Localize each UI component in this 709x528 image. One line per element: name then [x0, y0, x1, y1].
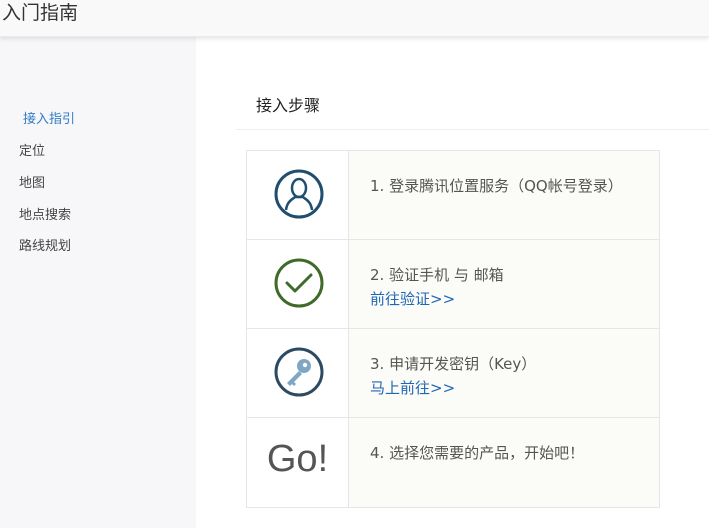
page-title: 入门指南: [2, 2, 79, 24]
step-text: 2. 验证手机 与 邮箱: [370, 266, 504, 284]
step-text: 4. 选择您需要的产品，开始吧！: [370, 444, 585, 462]
step-icon-cell: [247, 240, 349, 328]
sidebar-item-map[interactable]: 地图: [19, 172, 45, 191]
steps-table: 1. 登录腾讯位置服务（QQ帐号登录） 2. 验证手机 与 邮箱 前往验证>>: [246, 150, 660, 508]
step-text-cell: 2. 验证手机 与 邮箱 前往验证>>: [349, 240, 659, 328]
divider: [236, 129, 709, 130]
step-text: 1. 登录腾讯位置服务（QQ帐号登录）: [370, 177, 623, 195]
step-text: 3. 申请开发密钥（Key）: [370, 355, 537, 373]
step-row: 2. 验证手机 与 邮箱 前往验证>>: [247, 240, 659, 329]
apply-key-link[interactable]: 马上前往>>: [370, 377, 455, 398]
main-content: 接入步骤 1. 登录腾讯位置服务（QQ帐号登录） 2. 验证手机 与 邮箱 前往…: [196, 37, 709, 528]
top-header: 入门指南: [0, 0, 709, 37]
go-icon: Go!: [266, 438, 329, 480]
sidebar-item-access-guide[interactable]: 接入指引: [23, 108, 75, 127]
step-text-cell: 4. 选择您需要的产品，开始吧！: [349, 418, 659, 507]
step-row: Go! 4. 选择您需要的产品，开始吧！: [247, 418, 659, 508]
checkmark-icon: [274, 258, 324, 308]
sidebar-item-route-planning[interactable]: 路线规划: [19, 235, 71, 254]
verify-link[interactable]: 前往验证>>: [370, 288, 455, 309]
user-icon: [274, 169, 324, 219]
sidebar-item-location[interactable]: 定位: [19, 140, 45, 159]
section-title: 接入步骤: [256, 96, 321, 115]
step-text-cell: 3. 申请开发密钥（Key） 马上前往>>: [349, 329, 659, 417]
step-icon-cell: Go!: [247, 418, 349, 507]
step-icon-cell: [247, 151, 349, 239]
sidebar-item-place-search[interactable]: 地点搜索: [19, 204, 71, 223]
step-text-cell: 1. 登录腾讯位置服务（QQ帐号登录）: [349, 151, 659, 239]
step-icon-cell: [247, 329, 349, 417]
sidebar: 接入指引 定位 地图 地点搜索 路线规划: [0, 37, 196, 528]
step-row: 1. 登录腾讯位置服务（QQ帐号登录）: [247, 151, 659, 240]
step-row: 3. 申请开发密钥（Key） 马上前往>>: [247, 329, 659, 418]
key-icon: [274, 347, 324, 397]
